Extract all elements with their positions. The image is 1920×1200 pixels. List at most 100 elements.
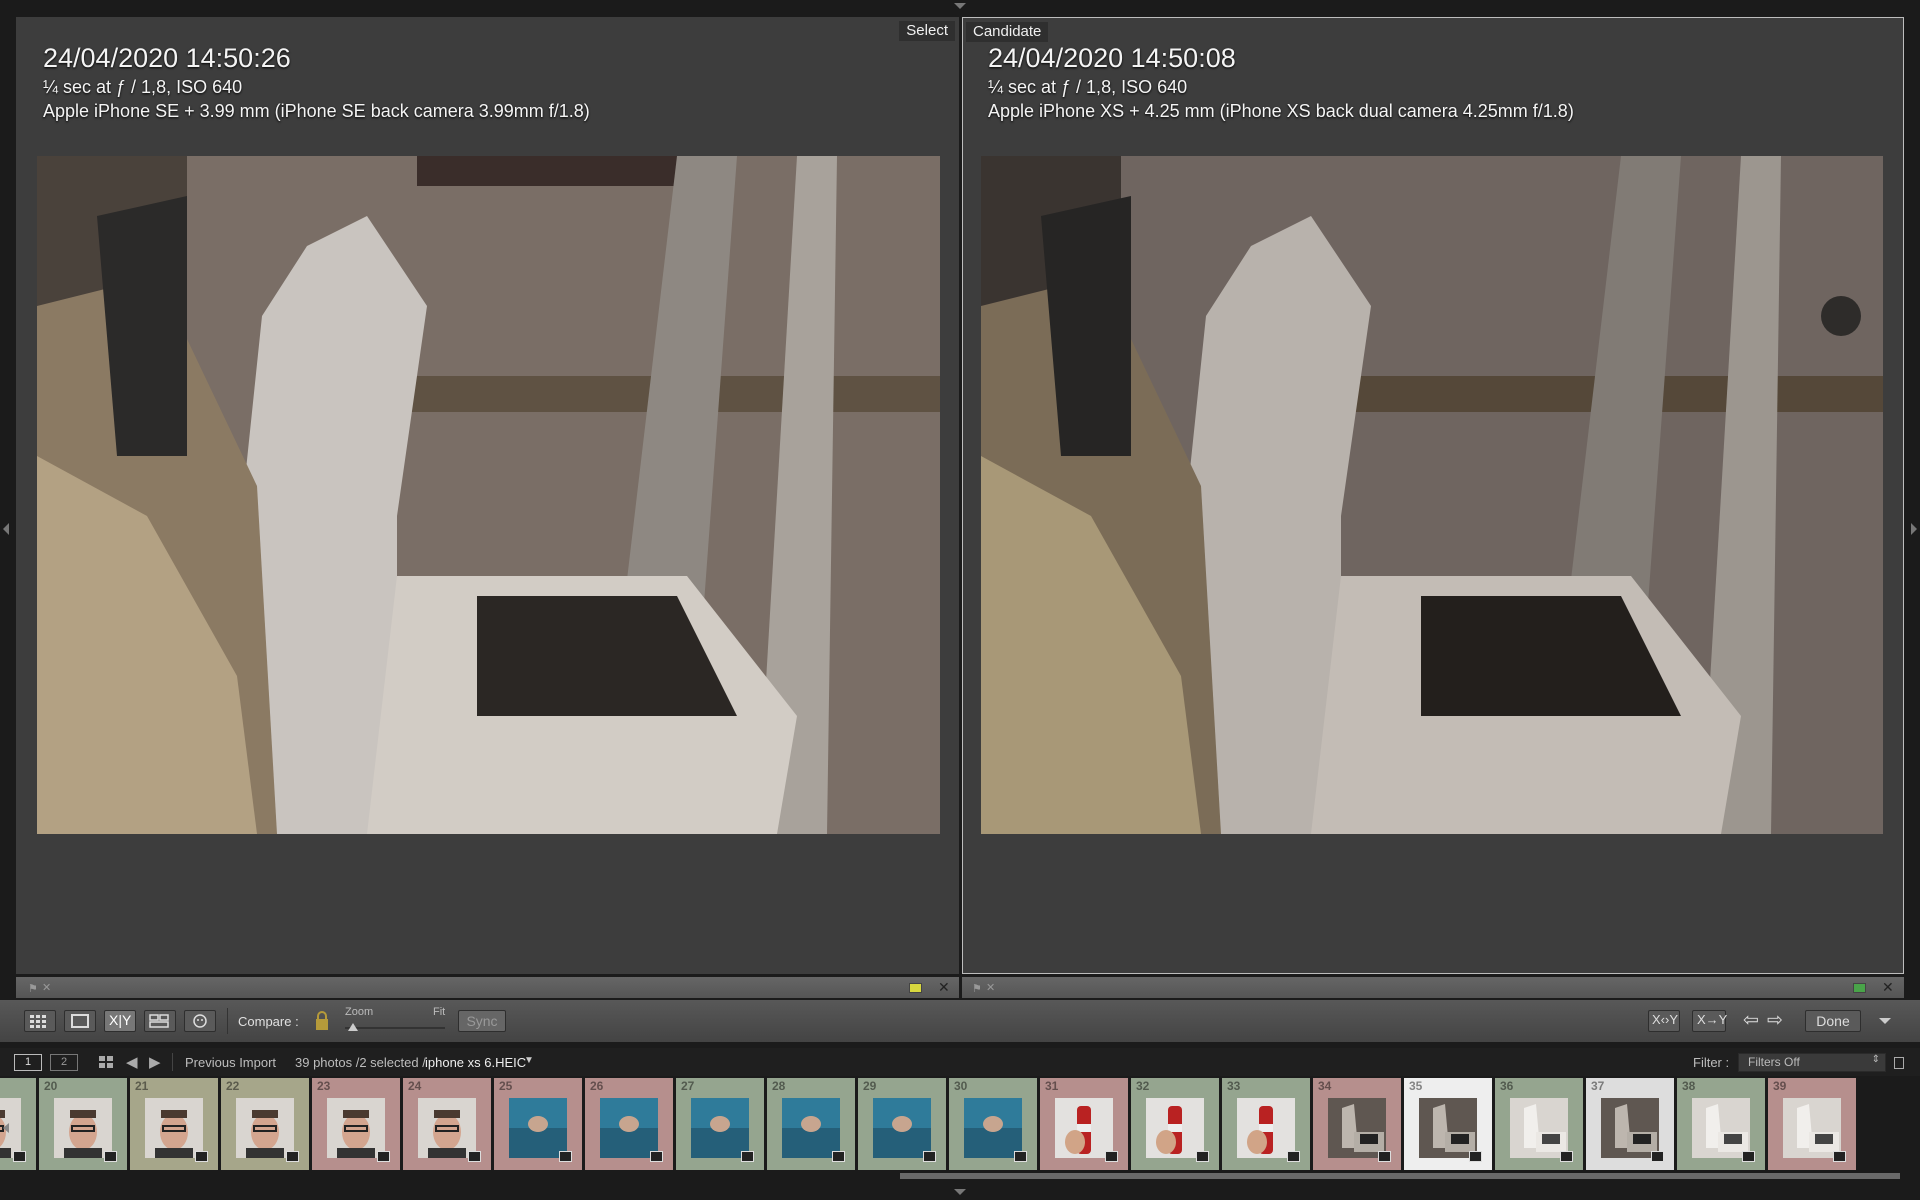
filmstrip-thumbnail[interactable] (1055, 1098, 1113, 1158)
reject-flag-icon[interactable]: ✕ (42, 981, 51, 994)
photo-count: 39 photos /2 selected / (295, 1055, 426, 1070)
candidate-pane[interactable]: Candidate 24/04/2020 14:50:08 ¼ sec at ƒ… (962, 17, 1904, 974)
filmstrip-thumbnail[interactable] (1692, 1098, 1750, 1158)
select-color-label-icon[interactable] (909, 983, 922, 993)
loupe-view-button[interactable] (64, 1010, 96, 1032)
filmstrip-cell[interactable]: 38 (1677, 1078, 1765, 1170)
forward-arrow-icon[interactable]: ▶ (149, 1053, 161, 1071)
source-label[interactable]: Previous Import (185, 1055, 276, 1070)
grid-icon[interactable] (99, 1056, 113, 1068)
filmstrip-cell[interactable]: 21 (130, 1078, 218, 1170)
filmstrip-thumbnail[interactable] (509, 1098, 567, 1158)
filmstrip-cell-number: 35 (1409, 1079, 1423, 1093)
candidate-capture-datetime: 24/04/2020 14:50:08 (988, 43, 1236, 73)
filmstrip-cell[interactable]: 37 (1586, 1078, 1674, 1170)
lock-icon[interactable] (314, 1010, 330, 1032)
edit-badge-icon (1833, 1151, 1846, 1162)
filmstrip-cell[interactable]: 33 (1222, 1078, 1310, 1170)
candidate-camera-info: Apple iPhone XS + 4.25 mm (iPhone XS bac… (988, 101, 1574, 121)
zoom-slider[interactable] (345, 1027, 445, 1029)
xy-icon: X|Y (109, 1012, 132, 1028)
edit-badge-icon (377, 1151, 390, 1162)
right-panel-toggle-icon[interactable] (1911, 523, 1917, 535)
zoom-slider-thumb[interactable] (348, 1023, 358, 1031)
make-select-button[interactable]: X→Y (1692, 1010, 1727, 1032)
filmstrip-thumbnail[interactable] (1146, 1098, 1204, 1158)
filmstrip-thumbnail[interactable] (964, 1098, 1022, 1158)
previous-photo-icon[interactable]: ⇦ (1743, 1009, 1759, 1032)
swap-button[interactable]: X‹›Y (1648, 1010, 1680, 1032)
select-photo[interactable] (37, 156, 940, 834)
filmstrip-thumbnail[interactable] (1783, 1098, 1841, 1158)
filmstrip-cell[interactable]: 20 (39, 1078, 127, 1170)
toolbar: X|Y Compare : Zoom Fit Sync X‹›Y X→Y ⇦ ⇨… (0, 1000, 1920, 1042)
close-select-icon[interactable]: ✕ (938, 979, 950, 996)
reject-flag-icon[interactable]: ✕ (986, 981, 995, 994)
filmstrip-cell[interactable]: 23 (312, 1078, 400, 1170)
filmstrip-scroll-left-icon[interactable] (3, 1123, 9, 1133)
grid-view-button[interactable] (24, 1010, 56, 1032)
next-photo-icon[interactable]: ⇨ (1767, 1009, 1783, 1032)
filmstrip-thumbnail[interactable] (54, 1098, 112, 1158)
flag-icon[interactable]: ⚑ (28, 982, 38, 995)
filmstrip-cell[interactable]: 25 (494, 1078, 582, 1170)
edit-badge-icon (1469, 1151, 1482, 1162)
back-arrow-icon[interactable]: ◀ (126, 1053, 138, 1071)
flag-icon[interactable]: ⚑ (972, 982, 982, 995)
filmstrip-thumbnail[interactable] (145, 1098, 203, 1158)
top-panel-toggle-icon[interactable] (954, 3, 966, 9)
current-filename[interactable]: iphone xs 6.HEIC (425, 1055, 526, 1070)
filmstrip-thumbnail[interactable] (236, 1098, 294, 1158)
filmstrip-thumbnail[interactable] (1237, 1098, 1295, 1158)
filmstrip-thumbnail[interactable] (1328, 1098, 1386, 1158)
survey-view-button[interactable] (144, 1010, 176, 1032)
filter-select[interactable]: Filters Off ⇕ (1738, 1053, 1886, 1072)
filmstrip-cell[interactable]: 28 (767, 1078, 855, 1170)
filmstrip-thumbnail[interactable] (1510, 1098, 1568, 1158)
filmstrip-thumbnail[interactable] (1419, 1098, 1477, 1158)
filmstrip-scrollbar[interactable] (900, 1173, 1900, 1179)
candidate-exposure-info: ¼ sec at ƒ / 1,8, ISO 640 (988, 77, 1188, 97)
left-panel-toggle-icon[interactable] (3, 523, 9, 535)
filmstrip-thumbnail[interactable] (418, 1098, 476, 1158)
filmstrip-cell[interactable]: 31 (1040, 1078, 1128, 1170)
filmstrip-cell[interactable]: 34 (1313, 1078, 1401, 1170)
filmstrip-thumbnail[interactable] (600, 1098, 658, 1158)
filmstrip[interactable]: 20 21 22 23 24 25 26 27 28 29 30 31 32 33 34 35 36 37 38 39 (0, 1078, 1904, 1170)
filmstrip-thumbnail[interactable] (327, 1098, 385, 1158)
toolbar-menu-icon[interactable] (1879, 1018, 1891, 1024)
filmstrip-cell[interactable]: 29 (858, 1078, 946, 1170)
filmstrip-cell-number: 29 (863, 1079, 877, 1093)
filmstrip-cell[interactable]: 27 (676, 1078, 764, 1170)
second-window-button[interactable]: 2 (50, 1054, 78, 1071)
filmstrip-cell[interactable]: 32 (1131, 1078, 1219, 1170)
filmstrip-cell-number: 23 (317, 1079, 331, 1093)
filmstrip-cell[interactable]: 39 (1768, 1078, 1856, 1170)
close-candidate-icon[interactable]: ✕ (1882, 979, 1894, 996)
select-pane[interactable]: Select 24/04/2020 14:50:26 ¼ sec at ƒ / … (16, 17, 959, 974)
filmstrip-cell[interactable]: 36 (1495, 1078, 1583, 1170)
candidate-photo[interactable] (981, 156, 1883, 834)
filmstrip-cell[interactable]: 30 (949, 1078, 1037, 1170)
bottom-panel-toggle-icon[interactable] (954, 1189, 966, 1195)
done-button-label: Done (1816, 1013, 1850, 1029)
filmstrip-cell[interactable]: 24 (403, 1078, 491, 1170)
compare-view-button[interactable]: X|Y (104, 1010, 136, 1032)
filmstrip-cell-number: 27 (681, 1079, 695, 1093)
survey-icon (149, 1014, 169, 1028)
main-window-button[interactable]: 1 (14, 1054, 42, 1071)
filmstrip-cell[interactable]: 35 (1404, 1078, 1492, 1170)
filter-label: Filter : (1693, 1055, 1730, 1070)
done-button[interactable]: Done (1805, 1010, 1861, 1032)
filmstrip-thumbnail[interactable] (782, 1098, 840, 1158)
filmstrip-thumbnail[interactable] (873, 1098, 931, 1158)
sync-button[interactable]: Sync (458, 1010, 506, 1032)
candidate-color-label-icon[interactable] (1853, 983, 1866, 993)
filmstrip-thumbnail[interactable] (691, 1098, 749, 1158)
filmstrip-thumbnail[interactable] (1601, 1098, 1659, 1158)
filmstrip-cell[interactable]: 26 (585, 1078, 673, 1170)
filmstrip-cell[interactable]: 22 (221, 1078, 309, 1170)
filter-lock-icon[interactable] (1894, 1057, 1904, 1069)
filename-dropdown-icon[interactable]: ▼ (524, 1055, 534, 1066)
people-view-button[interactable] (184, 1010, 216, 1032)
